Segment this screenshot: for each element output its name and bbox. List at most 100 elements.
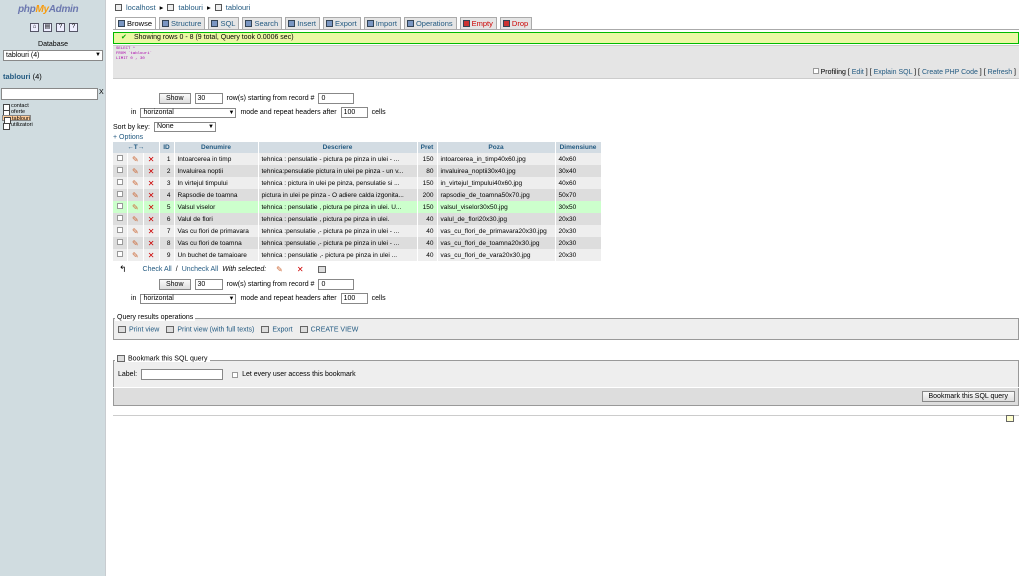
- sidebar-item-utilizatori[interactable]: utilizatori: [2, 122, 105, 130]
- public-bookmark-checkbox[interactable]: [232, 371, 239, 378]
- table-row[interactable]: ✎ ✕ 2 Invaluirea noptii tehnica:pensulatie p…: [113, 165, 602, 177]
- cell-id: 1: [159, 153, 175, 165]
- edit-icon[interactable]: ✎: [132, 203, 139, 212]
- new-window-icon[interactable]: [1006, 415, 1014, 422]
- table-filter-input[interactable]: [1, 88, 98, 100]
- repeat-headers-input[interactable]: 100: [340, 107, 368, 118]
- options-toggle[interactable]: + Options: [113, 134, 143, 141]
- row-checkbox[interactable]: [116, 155, 123, 161]
- sidebar-item-tablouri[interactable]: tablouri: [2, 115, 32, 124]
- edit-icon[interactable]: ✎: [132, 155, 139, 164]
- delete-icon[interactable]: ✕: [148, 179, 155, 188]
- delete-icon[interactable]: ✕: [148, 215, 155, 224]
- breadcrumb-table[interactable]: tablouri: [226, 3, 251, 12]
- delete-icon[interactable]: ✕: [148, 239, 155, 248]
- row-checkbox[interactable]: [116, 239, 123, 245]
- breadcrumb-database[interactable]: tablouri: [178, 3, 203, 12]
- table-row[interactable]: ✎ ✕ 4 Rapsodie de toamna pictura in ulei pe …: [113, 189, 602, 201]
- display-mode-select[interactable]: horizontal ▼: [140, 107, 237, 118]
- edit-icon[interactable]: ✎: [132, 167, 139, 176]
- table-row[interactable]: ✎ ✕ 6 Valul de flori tehnica : pensulatie , …: [113, 213, 602, 225]
- delete-icon[interactable]: ✕: [148, 227, 155, 236]
- repeat-headers-input-bottom[interactable]: 100: [340, 293, 368, 304]
- show-button-bottom[interactable]: Show: [159, 279, 191, 290]
- row-checkbox[interactable]: [116, 203, 123, 209]
- rows-count-input-bottom[interactable]: 30: [194, 279, 223, 290]
- table-row[interactable]: ✎ ✕ 7 Vas cu flori de primavara tehnica :pen…: [113, 225, 602, 237]
- rows-count-input[interactable]: 30: [194, 93, 223, 104]
- table-row[interactable]: ✎ ✕ 8 Vas cu flori de toamna tehnica :pensul…: [113, 237, 602, 249]
- table-row[interactable]: ✎ ✕ 1 Intoarcerea in timp tehnica : pensulat…: [113, 153, 602, 165]
- column-header-pret[interactable]: Pret: [417, 142, 438, 153]
- delete-icon[interactable]: ✕: [148, 203, 155, 212]
- edit-link[interactable]: Edit: [852, 69, 864, 76]
- delete-selected-icon[interactable]: ✕: [297, 265, 304, 274]
- display-mode-select-bottom[interactable]: horizontal ▼: [140, 293, 237, 304]
- sort-key-select[interactable]: None ▼: [153, 122, 216, 132]
- home-icon[interactable]: ⌂: [30, 23, 39, 32]
- delete-icon[interactable]: ✕: [148, 251, 155, 260]
- table-row[interactable]: ✎ ✕ 9 Un buchet de tamaioare tehnica : pensu…: [113, 249, 602, 261]
- table-row[interactable]: ✎ ✕ 5 Valsul viselor tehnica : pensulatie , …: [113, 201, 602, 213]
- sql-docs-icon[interactable]: ?: [69, 23, 78, 32]
- show-button[interactable]: Show: [159, 93, 191, 104]
- cell-id: 2: [159, 165, 175, 177]
- profiling-checkbox[interactable]: [812, 68, 819, 74]
- explain-sql-link[interactable]: Explain SQL: [874, 69, 913, 76]
- column-header-id[interactable]: ID: [159, 142, 175, 153]
- clear-filter-button[interactable]: X: [99, 89, 104, 96]
- delete-icon[interactable]: ✕: [148, 191, 155, 200]
- check-all-link[interactable]: Check All: [143, 266, 172, 273]
- tab-search[interactable]: Search: [242, 17, 283, 29]
- database-select[interactable]: tablouri (4) ▼: [3, 50, 103, 61]
- create-view-link[interactable]: CREATE VIEW: [311, 326, 359, 333]
- start-record-input-bottom[interactable]: 0: [318, 279, 355, 290]
- phpmyadmin-logo[interactable]: phpMyAdmin: [18, 4, 79, 15]
- query-window-icon[interactable]: ▤: [43, 23, 52, 32]
- breadcrumb-server[interactable]: localhost: [126, 3, 156, 12]
- row-checkbox[interactable]: [116, 215, 123, 221]
- edit-icon[interactable]: ✎: [132, 179, 139, 188]
- bookmark-label-input[interactable]: [141, 369, 224, 380]
- docs-icon[interactable]: ?: [56, 23, 65, 32]
- column-header-descriere[interactable]: Descriere: [258, 142, 418, 153]
- start-record-input[interactable]: 0: [318, 93, 355, 104]
- edit-icon[interactable]: ✎: [132, 215, 139, 224]
- column-header-poza[interactable]: Poza: [437, 142, 556, 153]
- delete-icon[interactable]: ✕: [148, 167, 155, 176]
- tab-operations[interactable]: Operations: [403, 17, 457, 29]
- uncheck-all-link[interactable]: Uncheck All: [182, 266, 219, 273]
- tab-insert[interactable]: Insert: [285, 17, 320, 29]
- tab-browse[interactable]: Browse: [115, 17, 157, 29]
- refresh-link[interactable]: Refresh: [988, 69, 1013, 76]
- table-row[interactable]: ✎ ✕ 3 In virtejul timpului tehnica : pictura…: [113, 177, 602, 189]
- print-view-full-link[interactable]: Print view (with full texts): [177, 326, 254, 333]
- column-header-denumire[interactable]: Denumire: [174, 142, 259, 153]
- tab-empty[interactable]: Empty: [459, 17, 497, 29]
- row-checkbox[interactable]: [116, 179, 123, 185]
- column-nav-header[interactable]: ←T→: [113, 142, 160, 153]
- delete-icon[interactable]: ✕: [148, 155, 155, 164]
- cell-pret: 80: [417, 165, 438, 177]
- tab-sql[interactable]: SQL: [208, 17, 240, 29]
- print-view-link[interactable]: Print view: [129, 326, 159, 333]
- row-checkbox[interactable]: [116, 191, 123, 197]
- export-selected-icon[interactable]: [317, 266, 326, 273]
- database-title[interactable]: tablouri (4): [3, 72, 42, 81]
- edit-selected-icon[interactable]: ✎: [276, 265, 283, 274]
- export-link[interactable]: Export: [272, 326, 292, 333]
- tab-export[interactable]: Export: [323, 17, 361, 29]
- row-checkbox[interactable]: [116, 167, 123, 173]
- tab-drop[interactable]: Drop: [499, 17, 533, 29]
- edit-icon[interactable]: ✎: [132, 239, 139, 248]
- edit-icon[interactable]: ✎: [132, 191, 139, 200]
- tab-import[interactable]: Import: [363, 17, 401, 29]
- tab-structure[interactable]: Structure: [159, 17, 206, 29]
- row-checkbox[interactable]: [116, 251, 123, 257]
- column-header-dimensiune[interactable]: Dimensiune: [555, 142, 602, 153]
- row-checkbox[interactable]: [116, 227, 123, 233]
- create-php-code-link[interactable]: Create PHP Code: [922, 69, 978, 76]
- edit-icon[interactable]: ✎: [132, 251, 139, 260]
- edit-icon[interactable]: ✎: [132, 227, 139, 236]
- bookmark-button[interactable]: Bookmark this SQL query: [921, 391, 1015, 402]
